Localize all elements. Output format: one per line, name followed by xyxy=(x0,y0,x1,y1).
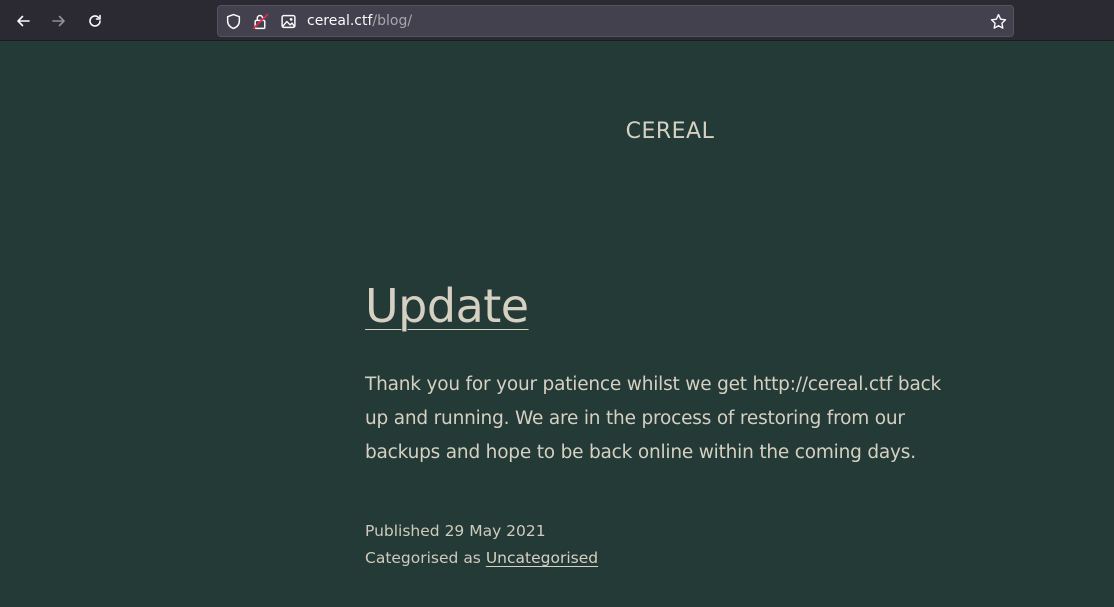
blog-post: Update Thank you for your patience whils… xyxy=(365,276,965,572)
lock-warning-icon[interactable] xyxy=(252,13,269,30)
reload-button[interactable] xyxy=(80,6,110,36)
url-path: /blog/ xyxy=(372,13,413,29)
post-title-link[interactable]: Update xyxy=(365,276,529,336)
category-link[interactable]: Uncategorised xyxy=(486,549,598,567)
browser-toolbar: cereal.ctf/blog/ xyxy=(0,0,1114,41)
category-label: Categorised as xyxy=(365,549,481,567)
reload-icon xyxy=(89,14,101,27)
published-label: Published xyxy=(365,522,440,540)
url-host: cereal.ctf xyxy=(307,13,373,29)
published-date: 29 May 2021 xyxy=(444,522,546,540)
forward-button[interactable] xyxy=(44,6,74,36)
post-meta: Published 29 May 2021 Categorised as Unc… xyxy=(365,518,965,572)
site-title[interactable]: CEREAL xyxy=(570,119,770,144)
shield-icon[interactable] xyxy=(225,13,242,30)
star-icon[interactable] xyxy=(990,13,1007,30)
url-bar[interactable]: cereal.ctf/blog/ xyxy=(217,5,1014,37)
image-icon[interactable] xyxy=(280,13,297,30)
arrow-right-icon xyxy=(52,15,65,27)
arrow-left-icon xyxy=(17,15,30,27)
post-body: Thank you for your patience whilst we ge… xyxy=(365,374,942,463)
category-line: Categorised as Uncategorised xyxy=(365,545,965,572)
back-button[interactable] xyxy=(8,6,38,36)
page-content: CEREAL Update Thank you for your patienc… xyxy=(0,41,1114,607)
published-line: Published 29 May 2021 xyxy=(365,518,965,545)
url-text[interactable]: cereal.ctf/blog/ xyxy=(307,13,412,30)
